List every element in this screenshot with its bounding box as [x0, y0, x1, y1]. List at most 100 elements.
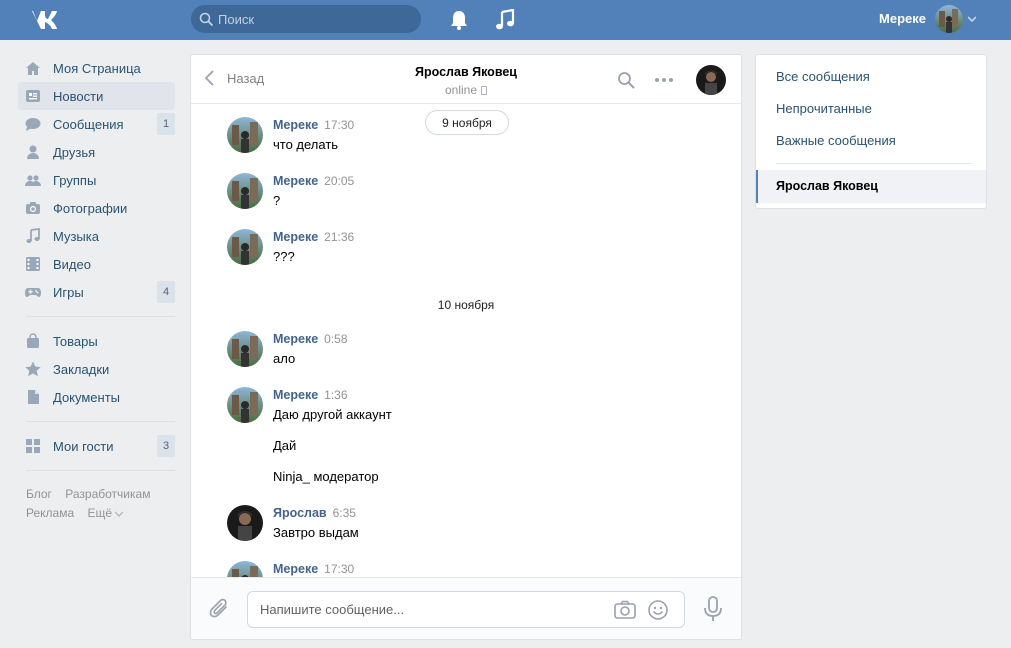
- paperclip-icon[interactable]: [209, 597, 231, 621]
- guests-badge: 3: [157, 435, 175, 457]
- message-time: 20:05: [324, 174, 355, 188]
- nav-item-music[interactable]: Музыка: [18, 222, 175, 250]
- footer-ads-link[interactable]: Реклама: [26, 506, 74, 520]
- message-author[interactable]: Мереке 17:30: [273, 562, 354, 576]
- message-author[interactable]: Мереке 0:58: [273, 332, 348, 346]
- author-name: Мереке: [273, 562, 319, 576]
- bell-icon[interactable]: [448, 9, 470, 31]
- filter-unread[interactable]: Непрочитанные: [776, 101, 872, 116]
- message-author[interactable]: Мереке 20:05: [273, 174, 354, 188]
- footer-links: Блог Разработчикам Реклама Ещё: [26, 485, 176, 523]
- sender-avatar[interactable]: [227, 387, 263, 423]
- nav-label: Группы: [53, 172, 97, 188]
- vk-logo-icon[interactable]: [26, 8, 60, 30]
- nav-label: Документы: [53, 389, 121, 405]
- search-icon[interactable]: [617, 71, 635, 89]
- nav-item-friends[interactable]: Друзья: [18, 138, 175, 166]
- back-button[interactable]: Назад: [205, 70, 264, 86]
- nav-label: Друзья: [53, 144, 96, 160]
- nav-label: Видео: [53, 256, 91, 272]
- music-icon[interactable]: [494, 9, 516, 31]
- nav-item-my-page[interactable]: Моя Страница: [18, 54, 175, 82]
- message: Мереке 17:30: [227, 561, 707, 577]
- message-input[interactable]: [260, 592, 600, 627]
- top-bar: Мереке: [0, 0, 1011, 40]
- group-icon: [25, 175, 41, 186]
- nav-divider: [26, 470, 175, 471]
- dialogs-filter-panel: Все сообщения Непрочитанные Важные сообщ…: [755, 54, 987, 209]
- sender-avatar[interactable]: [227, 117, 263, 153]
- author-name: Мереке: [273, 118, 319, 132]
- message-time: 21:36: [324, 230, 355, 244]
- sender-avatar[interactable]: [227, 229, 263, 265]
- message-text: что делать: [273, 137, 339, 152]
- message-composer: [191, 577, 741, 639]
- nav-divider: [26, 421, 175, 422]
- back-label: Назад: [227, 70, 265, 86]
- nav-item-news[interactable]: Новости: [18, 82, 175, 110]
- message-text: ???: [273, 249, 295, 264]
- sender-avatar[interactable]: [227, 331, 263, 367]
- message-text: Ninja_ модератор: [273, 469, 379, 484]
- left-nav: Моя Страница Новости Сообщения 1 Друзья …: [18, 54, 175, 481]
- user-name[interactable]: Мереке: [858, 11, 926, 26]
- smile-icon[interactable]: [647, 599, 669, 621]
- message-author[interactable]: Ярослав 6:35: [273, 506, 356, 520]
- peer-name[interactable]: Ярослав Яковец: [341, 65, 591, 79]
- nav-item-my-guests[interactable]: Мои гости 3: [18, 432, 175, 460]
- camera-icon: [26, 202, 40, 214]
- message: Ярослав 6:35 Завтро выдам: [227, 505, 707, 545]
- nav-label: Новости: [53, 88, 104, 104]
- peer-status-text: online: [444, 83, 478, 97]
- nav-label: Мои гости: [53, 438, 114, 454]
- nav-item-photos[interactable]: Фотографии: [18, 194, 175, 222]
- nav-item-groups[interactable]: Группы: [18, 166, 175, 194]
- chevron-left-icon: [205, 70, 214, 86]
- chat-header: Назад Ярослав Яковец online: [191, 55, 741, 104]
- sender-avatar[interactable]: [227, 561, 263, 577]
- chevron-down-icon[interactable]: [968, 16, 976, 22]
- nav-divider: [26, 316, 175, 317]
- message: Мереке 0:58 ало: [227, 331, 707, 371]
- film-icon: [26, 257, 40, 271]
- message-author[interactable]: Мереке 17:30: [273, 118, 354, 132]
- author-name: Мереке: [273, 332, 319, 346]
- message-author[interactable]: Мереке 21:36: [273, 230, 354, 244]
- footer-blog-link[interactable]: Блог: [26, 487, 52, 501]
- search-box[interactable]: [191, 5, 421, 33]
- chat-panel: Назад Ярослав Яковец online 9 ноября Мер…: [190, 54, 742, 640]
- user-avatar[interactable]: [935, 5, 963, 33]
- panel-divider: [776, 163, 972, 164]
- peer-status: online: [341, 83, 591, 97]
- sender-avatar[interactable]: [227, 505, 263, 541]
- camera-icon[interactable]: [614, 600, 636, 620]
- nav-item-goods[interactable]: Товары: [18, 327, 175, 355]
- footer-developers-link[interactable]: Разработчикам: [65, 487, 150, 501]
- nav-item-documents[interactable]: Документы: [18, 383, 175, 411]
- search-input[interactable]: [218, 5, 413, 33]
- nav-item-games[interactable]: Игры 4: [18, 278, 175, 306]
- more-dots-icon[interactable]: [654, 77, 674, 83]
- message: Мереке 20:05 ?: [227, 173, 707, 213]
- message-time: 6:35: [332, 506, 356, 520]
- messages-badge: 1: [157, 113, 175, 135]
- message-text: ало: [273, 351, 296, 366]
- message-list[interactable]: 9 ноября Мереке 17:30 что делать Мереке 20…: [191, 105, 741, 577]
- nav-item-messages[interactable]: Сообщения 1: [18, 110, 175, 138]
- author-name: Мереке: [273, 388, 319, 402]
- message-input-box[interactable]: [247, 591, 685, 628]
- sender-avatar[interactable]: [227, 173, 263, 209]
- filter-important[interactable]: Важные сообщения: [776, 133, 896, 148]
- nav-item-video[interactable]: Видео: [18, 250, 175, 278]
- active-dialog-item[interactable]: Ярослав Яковец: [756, 170, 986, 203]
- message-text: Дай: [273, 438, 297, 453]
- filter-all-messages[interactable]: Все сообщения: [776, 69, 870, 84]
- microphone-icon[interactable]: [703, 596, 723, 622]
- message: Мереке 1:36 Даю другой аккаунт Дай Ninja_…: [227, 387, 707, 487]
- grid-icon: [26, 439, 40, 453]
- peer-avatar[interactable]: [696, 65, 726, 95]
- home-icon: [26, 62, 40, 75]
- nav-item-bookmarks[interactable]: Закладки: [18, 355, 175, 383]
- footer-more-link[interactable]: Ещё: [87, 506, 124, 520]
- message-author[interactable]: Мереке 1:36: [273, 388, 348, 402]
